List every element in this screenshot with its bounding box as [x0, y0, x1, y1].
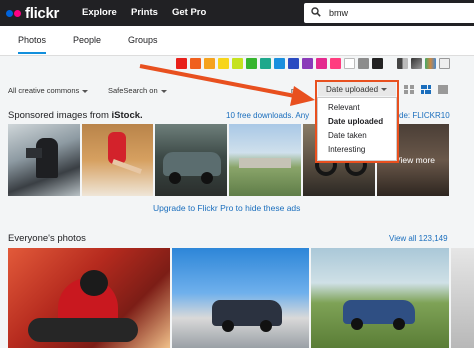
annotation-highlight-box — [315, 80, 399, 163]
annotation-arrow — [139, 64, 315, 106]
